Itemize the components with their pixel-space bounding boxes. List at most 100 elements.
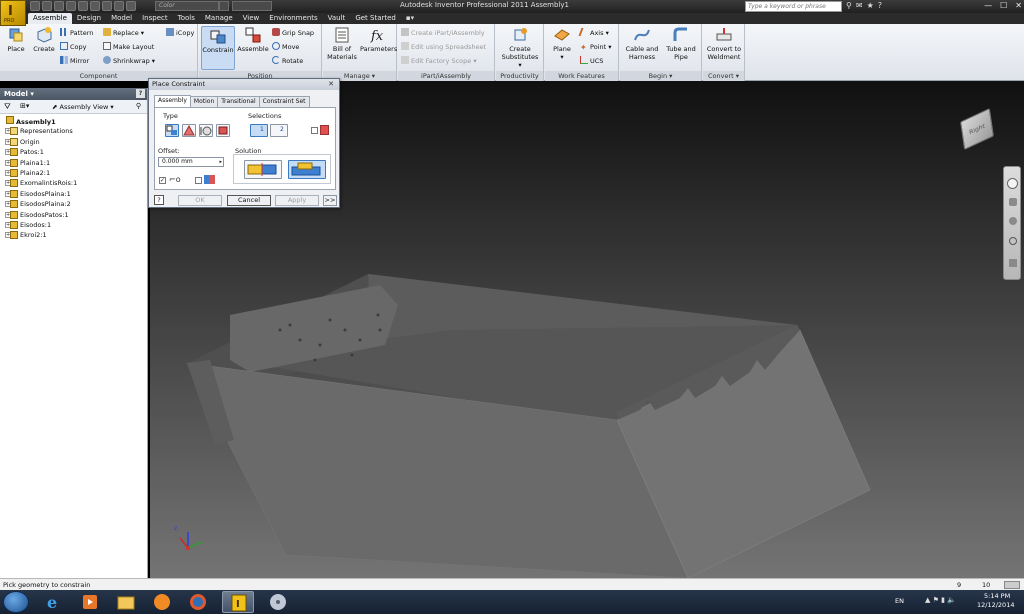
tree-options-icon[interactable]: ⊞▾ [20, 102, 29, 110]
select-icon[interactable] [102, 1, 112, 11]
home-icon[interactable] [90, 1, 100, 11]
ok-button[interactable]: OK [178, 195, 222, 206]
rotate-button[interactable]: Rotate [272, 56, 303, 66]
parameters-button[interactable]: fx Parameters [360, 26, 397, 53]
constrain-button[interactable]: Constrain [201, 26, 235, 70]
point-button[interactable]: ✦ Point ▾ [580, 42, 611, 52]
apply-button[interactable]: Apply [275, 195, 319, 206]
tube-pipe-button[interactable]: Tube and Pipe [663, 26, 699, 61]
tree-root[interactable]: Assembly1 [2, 116, 147, 126]
application-menu-button[interactable]: I PRO [0, 0, 26, 26]
clock-date[interactable]: 12/12/2014 [977, 601, 1014, 609]
tree-item[interactable]: + Eisodos:1 [2, 220, 147, 230]
predict-offset-checkbox[interactable] [195, 177, 202, 184]
offset-arrow[interactable]: ▸ [219, 158, 222, 166]
dialog-close-button[interactable]: ✕ [325, 80, 337, 89]
measure-icon[interactable] [126, 1, 136, 11]
dialog-help-button[interactable]: ? [154, 195, 164, 205]
mirror-button[interactable]: Mirror [60, 56, 89, 66]
selection-2-button[interactable]: 2 [270, 124, 288, 137]
tree-item[interactable]: + Ekroi2:1 [2, 230, 147, 240]
assemble-button[interactable]: Assemble [237, 26, 269, 53]
taskbar-tool-icon[interactable] [262, 591, 294, 613]
create-ipart-button[interactable]: Create iPart/iAssembly [401, 28, 485, 38]
make-layout-button[interactable]: Make Layout [103, 42, 154, 52]
mate-solution-button[interactable] [244, 160, 282, 179]
binoculars-icon[interactable]: ⚲ [846, 1, 852, 10]
move-button[interactable]: Move [272, 42, 299, 52]
tray-icons[interactable]: ▲ ⚑ ▮ 🔈 [925, 596, 956, 604]
pan-icon[interactable] [1009, 198, 1017, 206]
start-button[interactable] [3, 591, 29, 613]
steering-wheel-icon[interactable] [1007, 178, 1018, 189]
tree-item[interactable]: + ExomalintisRois:1 [2, 178, 147, 188]
flush-solution-button[interactable] [288, 160, 326, 179]
selection-1-button[interactable]: 1 [250, 124, 268, 137]
language-indicator[interactable]: EN [895, 597, 904, 605]
tab-inspect[interactable]: Inspect [137, 13, 173, 24]
copy-button[interactable]: Copy [60, 42, 87, 52]
find-icon[interactable]: ⚲ [136, 102, 141, 110]
convert-weldment-button[interactable]: Convert to Weldment [704, 26, 744, 61]
pattern-button[interactable]: Pattern [60, 28, 93, 38]
undo-icon[interactable] [66, 1, 76, 11]
show-preview-checkbox[interactable]: ✓ [159, 177, 166, 184]
new-icon[interactable] [30, 1, 40, 11]
tab-assemble[interactable]: Assemble [28, 13, 72, 24]
icopy-button[interactable]: iCopy [166, 28, 194, 38]
dialog-tab-assembly[interactable]: Assembly [154, 95, 191, 107]
place-button[interactable]: Place [3, 26, 29, 53]
save-icon[interactable] [54, 1, 64, 11]
bill-of-materials-button[interactable]: Bill of Materials [325, 26, 359, 61]
tree-item[interactable]: + EisodosPlaina:1 [2, 189, 147, 199]
maximize-button[interactable]: ☐ [1000, 0, 1007, 12]
tangent-type-button[interactable] [199, 124, 213, 137]
create-substitutes-button[interactable]: Create Substitutes ▾ [500, 26, 540, 69]
communication-icon[interactable]: ✉ [856, 1, 863, 10]
first-occurrence-checkbox[interactable] [311, 127, 318, 134]
browser-close-button[interactable]: ? [136, 89, 145, 98]
color-dropdown-arrow[interactable] [219, 1, 229, 11]
tab-environments[interactable]: Environments [264, 13, 322, 24]
axis-button[interactable]: Axis ▾ [578, 28, 609, 38]
tab-manage[interactable]: Manage [200, 13, 238, 24]
tab-tools[interactable]: Tools [173, 13, 200, 24]
dialog-tab-constraint-set[interactable]: Constraint Set [258, 96, 310, 107]
tab-design[interactable]: Design [72, 13, 106, 24]
minimize-button[interactable]: — [984, 0, 992, 12]
clock-time[interactable]: 5:14 PM [984, 592, 1010, 600]
look-at-icon[interactable] [1009, 259, 1017, 267]
angle-type-button[interactable] [182, 124, 196, 137]
filter-icon[interactable]: ⛛ [4, 102, 11, 112]
tab-get-started[interactable]: Get Started [350, 13, 401, 24]
tree-item[interactable]: + Plaina1:1 [2, 158, 147, 168]
tab-view[interactable]: View [238, 13, 265, 24]
close-button[interactable]: ✕ [1015, 0, 1022, 12]
dialog-tab-motion[interactable]: Motion [189, 96, 219, 107]
edit-factory-scope-button[interactable]: Edit Factory Scope ▾ [401, 56, 477, 66]
tree-item[interactable]: + EisodosPlaina:2 [2, 199, 147, 209]
tree-item[interactable]: + EisodosPatos:1 [2, 210, 147, 220]
tree-item[interactable]: + Patos:1 [2, 147, 147, 157]
offset-field[interactable]: 0.000 mm ▸ [158, 157, 224, 167]
zoom-icon[interactable] [1009, 217, 1017, 225]
pick-part-first-icon[interactable] [320, 125, 329, 135]
tab-model[interactable]: Model [106, 13, 137, 24]
edit-spreadsheet-button[interactable]: Edit using Spreadsheet [401, 42, 486, 52]
grip-snap-button[interactable]: Grip Snap [272, 28, 314, 38]
create-component-button[interactable]: Create [31, 26, 57, 53]
orbit-icon[interactable] [1009, 237, 1017, 245]
taskbar-explorer-icon[interactable] [110, 591, 142, 613]
tree-item[interactable]: + Origin [2, 137, 147, 147]
more-button[interactable]: >> [323, 195, 337, 206]
taskbar-media-icon[interactable] [74, 591, 106, 613]
favorites-icon[interactable]: ★ [867, 1, 874, 10]
tree-item[interactable]: + Representations [2, 126, 147, 136]
plane-button[interactable]: Plane ▾ [548, 26, 576, 61]
search-input[interactable]: Type a keyword or phrase [745, 1, 842, 12]
redo-icon[interactable] [78, 1, 88, 11]
open-icon[interactable] [42, 1, 52, 11]
taskbar-app-icon[interactable] [146, 591, 178, 613]
taskbar-ie-icon[interactable]: e [38, 591, 70, 613]
taskbar-firefox-icon[interactable] [182, 591, 214, 613]
